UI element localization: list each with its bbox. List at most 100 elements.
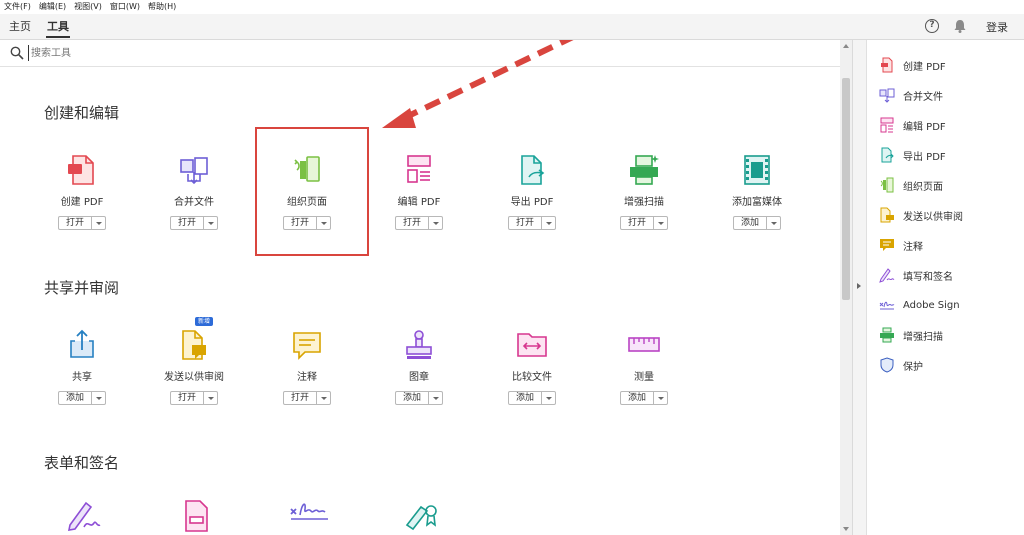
tool-label: 增强扫描 <box>624 197 664 208</box>
shield-icon <box>880 357 894 373</box>
certificate-icon[interactable] <box>401 495 441 535</box>
open-button[interactable]: 打开 <box>57 216 106 230</box>
right-item-adobe-sign[interactable]: Adobe Sign <box>879 296 960 314</box>
right-item-comment[interactable]: 注释 <box>879 236 923 254</box>
chevron-down-icon[interactable] <box>92 217 105 229</box>
tool-label: 图章 <box>409 372 429 383</box>
chevron-down-icon[interactable] <box>654 217 667 229</box>
tab-home[interactable]: 主页 <box>9 14 31 40</box>
login-button[interactable]: 登录 <box>986 14 1008 40</box>
chevron-down-icon[interactable] <box>92 392 105 404</box>
add-button[interactable]: 添加 <box>732 216 781 230</box>
tool-label: 比较文件 <box>512 372 552 383</box>
send-review-icon[interactable]: 新增 <box>174 317 214 365</box>
fill-sign-icon[interactable] <box>64 495 104 535</box>
chevron-down-icon[interactable] <box>767 217 780 229</box>
scroll-up-icon[interactable] <box>843 44 849 48</box>
tab-tools[interactable]: 工具 <box>46 14 70 40</box>
chevron-down-icon[interactable] <box>654 392 667 404</box>
enhance-scan-icon[interactable] <box>624 150 664 190</box>
help-icon[interactable]: ? <box>925 19 939 33</box>
chevron-down-icon[interactable] <box>429 217 442 229</box>
right-item-label: 创建 PDF <box>903 61 946 73</box>
menu-file[interactable]: 文件(F) <box>4 0 31 14</box>
button-label[interactable]: 打开 <box>59 217 92 229</box>
right-item-label: 合并文件 <box>903 91 943 103</box>
open-button[interactable]: 打开 <box>619 216 668 230</box>
add-button[interactable]: 添加 <box>57 391 106 405</box>
add-button[interactable]: 添加 <box>507 391 556 405</box>
chevron-down-icon[interactable] <box>542 392 555 404</box>
prepare-form-icon[interactable] <box>176 495 216 535</box>
combine-files-icon[interactable] <box>174 150 214 190</box>
rich-media-icon[interactable] <box>737 150 777 190</box>
chevron-down-icon[interactable] <box>317 392 330 404</box>
highlight-box <box>255 127 369 256</box>
open-button[interactable]: 打开 <box>169 216 218 230</box>
tool-label: 注释 <box>297 372 317 383</box>
button-label[interactable]: 打开 <box>396 217 429 229</box>
tool-create-pdf: 创建 PDF 打开 <box>27 150 137 230</box>
right-item-export-pdf[interactable]: 导出 PDF <box>879 146 946 164</box>
vertical-scrollbar[interactable] <box>840 40 852 535</box>
tool-compare-files: 比较文件 添加 <box>477 325 587 405</box>
bell-icon[interactable] <box>952 18 968 34</box>
open-button[interactable]: 打开 <box>507 216 556 230</box>
tool-rich-media: 添加富媒体 添加 <box>702 150 812 230</box>
right-item-edit-pdf[interactable]: 编辑 PDF <box>879 116 946 134</box>
chevron-right-icon[interactable] <box>857 283 861 289</box>
section-title-share-review: 共享并审阅 <box>44 279 120 297</box>
ruler-icon[interactable] <box>624 325 664 365</box>
button-label[interactable]: 添加 <box>734 217 767 229</box>
right-item-label: 编辑 PDF <box>903 121 946 133</box>
menu-window[interactable]: 窗口(W) <box>110 0 140 14</box>
edit-pdf-icon <box>880 117 894 133</box>
open-button[interactable]: 打开 <box>169 391 218 405</box>
menu-help[interactable]: 帮助(H) <box>148 0 176 14</box>
chevron-down-icon[interactable] <box>204 392 217 404</box>
open-button[interactable]: 打开 <box>394 216 443 230</box>
share-icon[interactable] <box>62 325 102 365</box>
add-button[interactable]: 添加 <box>619 391 668 405</box>
fill-sign-icon <box>879 268 895 283</box>
right-item-send-review[interactable]: 发送以供审阅 <box>879 206 963 224</box>
tool-share: 共享 添加 <box>27 325 137 405</box>
edit-pdf-icon[interactable] <box>399 150 439 190</box>
create-pdf-icon[interactable] <box>62 150 102 190</box>
right-item-protect[interactable]: 保护 <box>879 356 923 374</box>
comment-icon[interactable] <box>287 325 327 365</box>
scroll-down-icon[interactable] <box>843 527 849 531</box>
menu-view[interactable]: 视图(V) <box>74 0 102 14</box>
right-item-organize-pages[interactable]: 组织页面 <box>879 176 943 194</box>
button-label[interactable]: 打开 <box>171 217 204 229</box>
add-button[interactable]: 添加 <box>394 391 443 405</box>
combine-files-icon <box>879 88 895 103</box>
export-pdf-icon[interactable] <box>512 150 552 190</box>
button-label[interactable]: 打开 <box>171 392 204 404</box>
enhance-scan-icon <box>880 327 894 343</box>
button-label[interactable]: 打开 <box>509 217 542 229</box>
right-item-fill-sign[interactable]: 填写和签名 <box>879 266 953 284</box>
menu-edit[interactable]: 编辑(E) <box>39 0 66 14</box>
right-item-enhance-scan[interactable]: 增强扫描 <box>879 326 943 344</box>
open-button[interactable]: 打开 <box>282 391 331 405</box>
button-label[interactable]: 打开 <box>621 217 654 229</box>
right-item-combine-files[interactable]: 合并文件 <box>879 86 943 104</box>
button-label[interactable]: 添加 <box>509 392 542 404</box>
tool-label: 创建 PDF <box>60 197 104 208</box>
stamp-icon[interactable] <box>399 325 439 365</box>
button-label[interactable]: 添加 <box>59 392 92 404</box>
search-input[interactable] <box>28 45 328 61</box>
button-label[interactable]: 添加 <box>396 392 429 404</box>
button-label[interactable]: 添加 <box>621 392 654 404</box>
right-item-create-pdf[interactable]: 创建 PDF <box>879 56 946 74</box>
compare-files-icon[interactable] <box>512 325 552 365</box>
chevron-down-icon[interactable] <box>429 392 442 404</box>
button-label[interactable]: 打开 <box>284 392 317 404</box>
section-title-create-edit: 创建和编辑 <box>44 104 120 122</box>
chevron-down-icon[interactable] <box>542 217 555 229</box>
chevron-down-icon[interactable] <box>204 217 217 229</box>
scroll-thumb[interactable] <box>842 78 850 300</box>
panel-collapse-handle[interactable] <box>852 40 865 535</box>
adobe-sign-icon[interactable] <box>288 495 332 535</box>
